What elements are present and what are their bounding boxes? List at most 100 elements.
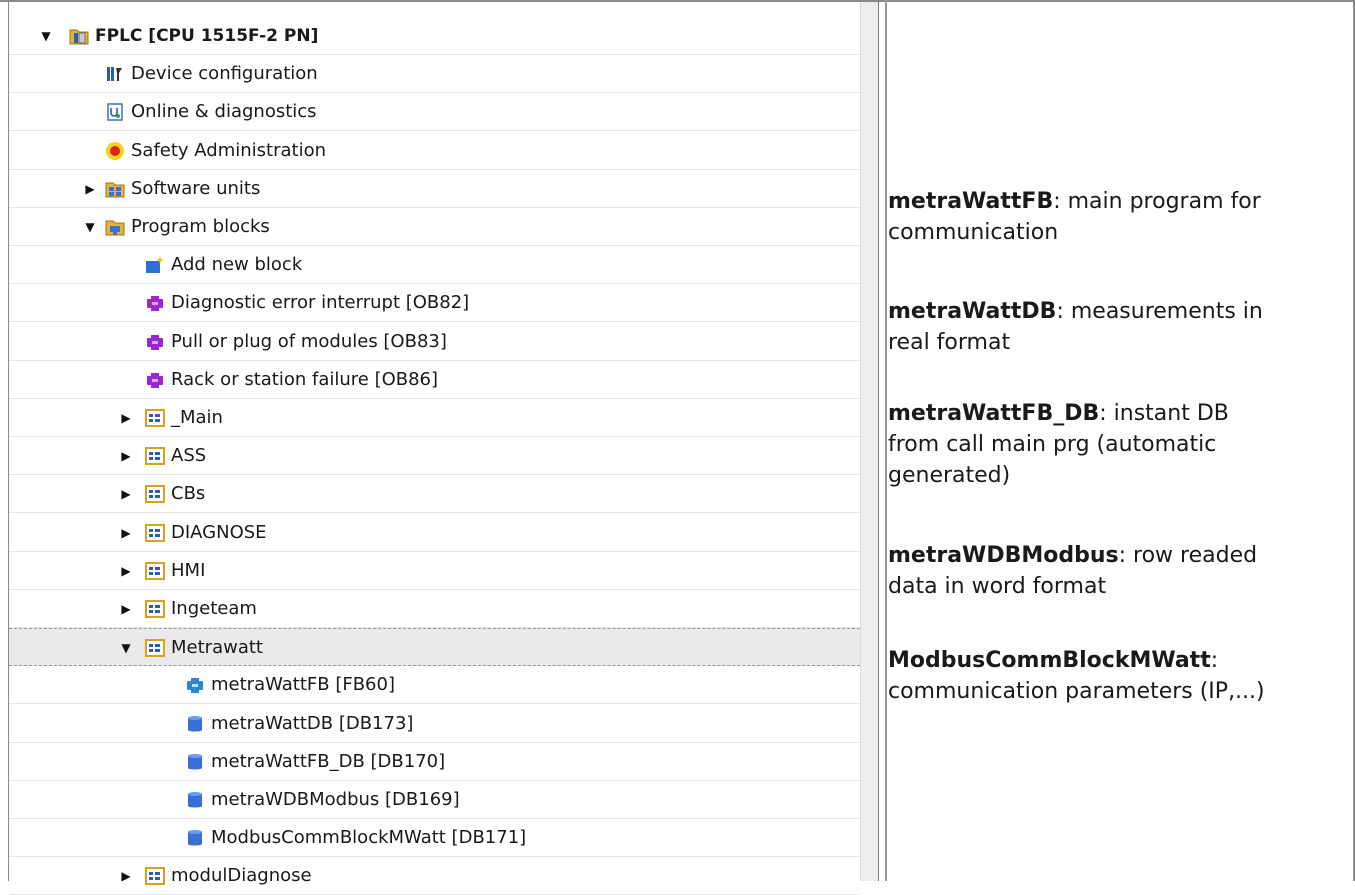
group-folder-icon [145,523,165,543]
note-separator: : [1053,189,1068,214]
group-folder-icon [145,446,165,466]
expand-arrow-right-icon[interactable]: ▶ [119,857,133,895]
add-new-block-icon [145,255,165,275]
tree-item[interactable]: ▶ HMI [9,552,860,590]
tree-item[interactable]: Rack or station failure [OB86] [9,361,860,399]
ob-block-icon [145,332,165,352]
tree-item[interactable]: metraWattFB [FB60] [9,666,860,705]
ob-block-icon [145,370,165,390]
expand-arrow-right-icon[interactable]: ▶ [119,399,133,437]
tree-item[interactable]: Online & diagnostics [9,93,860,132]
expand-arrow-right-icon[interactable]: ▶ [119,514,133,552]
note-text: row readed [1133,543,1258,568]
note-title: metraWattFB [888,189,1054,214]
group-folder-icon [145,408,165,428]
tree-item[interactable]: metraWattFB_DB [DB170] [9,743,860,781]
group-folder-icon [145,638,165,658]
panel-divider [878,0,879,881]
note-title: metraWDBModbus [888,543,1119,568]
block-descriptions: metraWattFB: main program for communicat… [888,0,1348,881]
note-separator: : [1056,299,1071,324]
tree-item-label: metraWattFB_DB [DB170] [211,750,446,772]
note-title: metraWattFB_DB [888,401,1100,426]
tree-item-label: ModbusCommBlockMWatt [DB171] [211,827,527,849]
db-block-icon [185,714,205,734]
tree-item[interactable]: ▶ DIAGNOSE [9,514,860,552]
project-tree: ▼ FPLC [CPU 1515F-2 PN] Device configurati… [9,2,860,895]
tree-item[interactable]: ▼ Metrawatt [9,628,860,667]
tree-item[interactable]: metraWDBModbus [DB169] [9,781,860,819]
panel-divider-outer[interactable] [885,0,887,881]
note-text: generated) [888,463,1011,488]
plc-folder-icon [69,26,89,46]
tree-scrollbar[interactable] [860,2,879,881]
note-text: main program for [1067,189,1261,214]
tree-item-label: Program blocks [131,216,270,237]
tree-item-label: _Main [171,407,223,428]
note-title: metraWattDB [888,299,1057,324]
expand-arrow-right-icon[interactable]: ▶ [119,590,133,628]
tree-item-label: HMI [171,559,206,581]
online-diagnostics-icon [105,102,125,122]
tree-item-label: Online & diagnostics [131,101,317,123]
software-units-icon [105,179,125,199]
safety-administration-icon [105,141,125,161]
tree-item-label: Pull or plug of modules [OB83] [171,330,447,352]
expand-arrow-down-icon[interactable]: ▼ [39,17,53,55]
tree-item-label: DIAGNOSE [171,521,267,543]
tree-item[interactable]: ▼ FPLC [CPU 1515F-2 PN] [9,17,860,55]
expand-arrow-right-icon[interactable]: ▶ [83,170,97,208]
note-text: instant DB [1113,401,1229,426]
tree-item-label: Ingeteam [171,598,257,619]
tree-item[interactable]: ModbusCommBlockMWatt [DB171] [9,819,860,858]
note-text: communication parameters (IP,...) [888,679,1265,704]
tree-item[interactable]: ▶ ASS [9,437,860,476]
note-metrawattdb: metraWattDB: measurements in real format [888,296,1348,358]
tree-item[interactable]: Device configuration [9,55,860,94]
note-metrawattfb: metraWattFB: main program for communicat… [888,186,1348,248]
tree-item-label: metraWattFB [FB60] [211,674,395,696]
tree-item[interactable]: ▶ modulDiagnose [9,857,860,895]
tree-item[interactable]: ▶ Ingeteam [9,590,860,628]
tree-item-label: ASS [171,445,207,467]
note-text: data in word format [888,574,1107,599]
group-folder-icon [145,866,165,886]
tree-item-label: Add new block [171,254,303,276]
group-folder-icon [145,599,165,619]
note-title: ModbusCommBlockMWatt [888,648,1211,673]
tree-item-label: Diagnostic error interrupt [OB82] [171,292,470,314]
tree-item-label: CBs [171,483,206,505]
tree-item-label: Safety Administration [131,139,327,161]
tree-item-label: Software units [131,177,261,199]
expand-arrow-right-icon[interactable]: ▶ [119,552,133,590]
db-block-icon [185,790,205,810]
expand-arrow-right-icon[interactable]: ▶ [119,437,133,475]
expand-arrow-right-icon[interactable]: ▶ [119,475,133,513]
tree-item[interactable]: Diagnostic error interrupt [OB82] [9,284,860,323]
note-text: from call main prg (automatic [888,432,1217,457]
db-block-icon [185,828,205,848]
expand-arrow-down-icon[interactable]: ▼ [119,629,133,667]
tree-item[interactable]: Safety Administration [9,132,860,170]
tree-item-label: FPLC [CPU 1515F-2 PN] [95,26,319,46]
tree-item[interactable]: ▶ Software units [9,170,860,208]
note-separator: : [1118,543,1134,568]
tree-item[interactable]: metraWattDB [DB173] [9,705,860,743]
ob-block-icon [145,293,165,313]
note-text: measurements in [1070,299,1263,324]
tree-item[interactable]: ▶ _Main [9,399,860,437]
tree-item-label: modulDiagnose [171,865,312,887]
group-folder-icon [145,561,165,581]
device-configuration-icon [105,64,125,84]
tree-item-label: metraWDBModbus [DB169] [211,789,460,810]
tree-item-label: Device configuration [131,63,318,85]
expand-arrow-down-icon[interactable]: ▼ [83,208,97,246]
fb-block-icon [185,675,205,695]
tree-item[interactable]: Pull or plug of modules [OB83] [9,323,860,361]
tree-item[interactable]: ▶ CBs [9,475,860,514]
tree-item-label: metraWattDB [DB173] [211,712,414,734]
db-block-icon [185,752,205,772]
program-blocks-folder-icon [105,217,125,237]
tree-item[interactable]: Add new block [9,246,860,285]
tree-item[interactable]: ▼ Program blocks [9,208,860,246]
